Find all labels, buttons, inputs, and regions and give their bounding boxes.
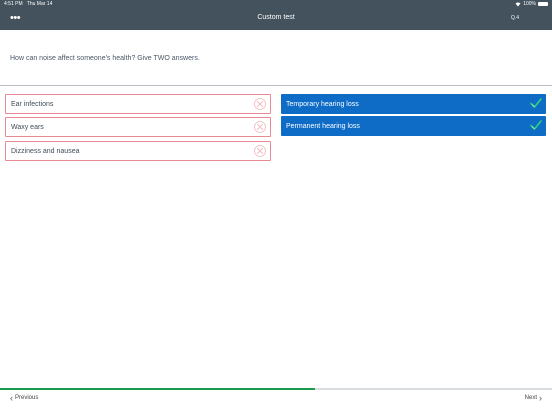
answer-label: Dizziness and nausea [11, 147, 80, 155]
answer-option-ear-infections[interactable]: Ear infections [5, 94, 271, 114]
battery-icon [538, 2, 548, 6]
progress-fill [0, 388, 315, 390]
answer-label: Ear infections [11, 100, 54, 108]
answer-option-waxy-ears[interactable]: Waxy ears [5, 117, 271, 137]
chevron-left-icon: ‹ [10, 393, 13, 403]
previous-label: Previous [15, 395, 39, 401]
top-nav-bar: ••• Custom test Q.4 [0, 8, 552, 30]
status-time: 4:51 PM Thu Mar 14 [4, 1, 53, 7]
question-number: Q.4 [510, 15, 519, 21]
wifi-icon [515, 1, 521, 7]
previous-button[interactable]: ‹ Previous [10, 393, 39, 403]
answer-option-dizziness-and-nausea[interactable]: Dizziness and nausea [5, 141, 271, 161]
answer-option-permanent-hearing-loss[interactable]: Permanent hearing loss [281, 116, 546, 136]
status-bar: 4:51 PM Thu Mar 14 100% [0, 0, 552, 8]
check-icon [530, 98, 542, 108]
progress-bar [0, 388, 552, 390]
next-button[interactable]: Next › [524, 393, 542, 403]
answer-option-temporary-hearing-loss[interactable]: Temporary hearing loss [281, 94, 546, 114]
cross-icon [254, 145, 266, 157]
status-right: 100% [515, 1, 548, 7]
answer-label: Temporary hearing loss [286, 100, 359, 108]
check-icon [530, 120, 542, 130]
answer-label: Waxy ears [11, 123, 44, 131]
battery-percent: 100% [523, 1, 536, 7]
next-label: Next [524, 395, 537, 401]
cross-icon [254, 98, 266, 110]
divider [0, 85, 552, 86]
answer-label: Permanent hearing loss [286, 122, 360, 130]
chevron-right-icon: › [539, 393, 542, 403]
page-title: Custom test [257, 14, 295, 21]
cross-icon [254, 121, 266, 133]
question-text: How can noise affect someone's health? G… [10, 55, 200, 62]
